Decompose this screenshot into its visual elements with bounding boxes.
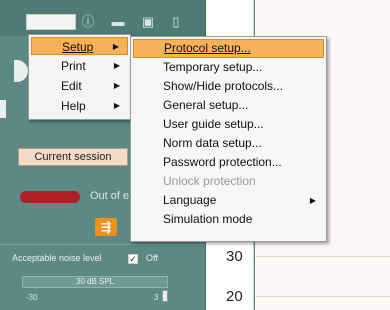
submenu-item-label: Norm data setup...	[163, 136, 262, 150]
menu-item-print[interactable]: Print ▶	[31, 57, 128, 75]
red-status-indicator	[20, 191, 80, 203]
submenu-item-protocol-setup[interactable]: Protocol setup...	[133, 39, 324, 58]
menu-item-help[interactable]: Help ▶	[31, 97, 128, 115]
noise-slider-min: -30	[26, 293, 38, 302]
noise-slider-max: 3	[154, 293, 159, 302]
document-field[interactable]	[26, 14, 76, 30]
submenu-item-show-hide-protocols[interactable]: Show/Hide protocols...	[133, 77, 324, 96]
divider	[0, 244, 205, 245]
noise-slider-thumb[interactable]	[162, 290, 168, 302]
submenu-item-label: Show/Hide protocols...	[163, 79, 284, 93]
menu-item-setup[interactable]: Setup ▶	[31, 37, 128, 55]
printer-icon[interactable]: ▬	[110, 14, 126, 30]
gridline	[255, 296, 390, 297]
menu-item-label: Print	[61, 59, 86, 73]
save-icon[interactable]: ▣	[140, 14, 156, 30]
menu-item-label: Edit	[61, 79, 82, 93]
submenu-item-temporary-setup[interactable]: Temporary setup...	[133, 58, 324, 77]
side-tab[interactable]	[0, 100, 6, 118]
submenu-item-general-setup[interactable]: General setup...	[133, 96, 324, 115]
submenu-item-language[interactable]: Language ▶	[133, 191, 324, 210]
submenu-item-label: Password protection...	[163, 155, 282, 169]
submenu-item-simulation-mode[interactable]: Simulation mode	[133, 210, 324, 229]
chevron-right-icon: ▶	[113, 101, 120, 110]
menu-item-label: Help	[61, 99, 86, 113]
menu-item-edit[interactable]: Edit ▶	[31, 77, 128, 95]
gridline	[255, 256, 390, 257]
chevron-right-icon: ▶	[112, 42, 119, 51]
submenu-item-label: Simulation mode	[163, 212, 253, 226]
status-text: Out of e	[90, 190, 130, 202]
setup-submenu: Protocol setup... Temporary setup... Sho…	[130, 36, 327, 242]
axis-tick-label: 30	[226, 248, 243, 265]
axis-tick-label: 20	[226, 288, 243, 305]
submenu-item-label: Protocol setup...	[164, 41, 251, 55]
submenu-item-label: User guide setup...	[163, 117, 264, 131]
submenu-item-label: Language	[163, 193, 217, 207]
submenu-item-label: Temporary setup...	[163, 60, 263, 74]
submenu-item-label: Unlock protection	[163, 174, 256, 188]
noise-checkbox[interactable]: ✓	[128, 254, 138, 264]
export-button[interactable]: ⇶	[95, 218, 117, 236]
main-menu: Setup ▶ Print ▶ Edit ▶ Help ▶	[28, 34, 131, 120]
submenu-item-norm-data-setup[interactable]: Norm data setup...	[133, 134, 324, 153]
help-icon[interactable]: ⓘ	[80, 14, 96, 30]
submenu-item-password-protection[interactable]: Password protection...	[133, 153, 324, 172]
noise-level-label: Acceptable noise level	[12, 253, 102, 263]
noise-state-label: Off	[146, 253, 158, 263]
chevron-right-icon: ▶	[113, 61, 120, 70]
current-session-button[interactable]: Current session	[18, 148, 128, 166]
menu-item-label: Setup	[62, 40, 94, 54]
submenu-item-user-guide-setup[interactable]: User guide setup...	[133, 115, 324, 134]
chevron-right-icon: ▶	[309, 196, 316, 205]
submenu-item-label: General setup...	[163, 98, 249, 112]
noise-slider-value: 30 dB SPL	[75, 277, 115, 286]
chevron-right-icon: ▶	[113, 81, 120, 90]
submenu-item-unlock-protection: Unlock protection	[133, 172, 324, 191]
document-icon[interactable]: ▯	[168, 14, 184, 30]
export-icon: ⇶	[100, 220, 112, 234]
